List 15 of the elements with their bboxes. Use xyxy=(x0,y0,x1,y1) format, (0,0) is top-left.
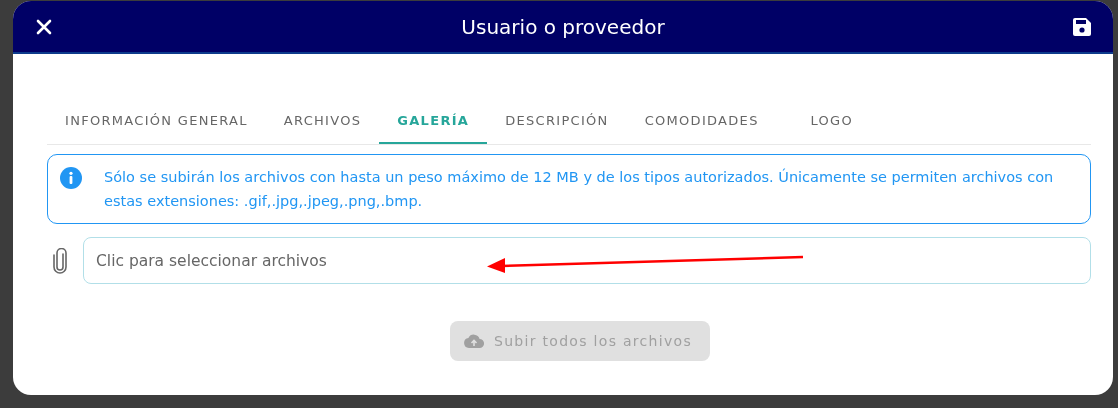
cloud-upload-icon xyxy=(464,334,484,348)
save-icon xyxy=(1072,16,1092,37)
paperclip-icon xyxy=(53,247,67,274)
file-input-field[interactable]: Clic para seleccionar archivos xyxy=(83,237,1091,284)
dialog-title: Usuario o proveedor xyxy=(461,14,665,39)
info-icon xyxy=(60,167,82,189)
tab[interactable]: INFORMACIÓN GENERAL xyxy=(47,99,266,144)
tab[interactable]: DESCRIPCIÓN xyxy=(487,99,627,144)
save-button[interactable] xyxy=(1071,15,1093,38)
tab[interactable]: COMODIDADES xyxy=(626,99,777,144)
tab[interactable]: ARCHIVOS xyxy=(265,99,380,144)
tab[interactable]: LOGO xyxy=(776,99,887,144)
notice-text: Sólo se subirán los archivos con hasta un peso máximo de 12 MB y de los tipos autorizados. Únicamente se permiten archivos con estas extensiones: .gif,.jpg,.jpeg,.png,.bmp. xyxy=(104,167,1055,211)
tab[interactable]: GALERÍA xyxy=(379,99,488,144)
close-icon xyxy=(36,18,52,35)
